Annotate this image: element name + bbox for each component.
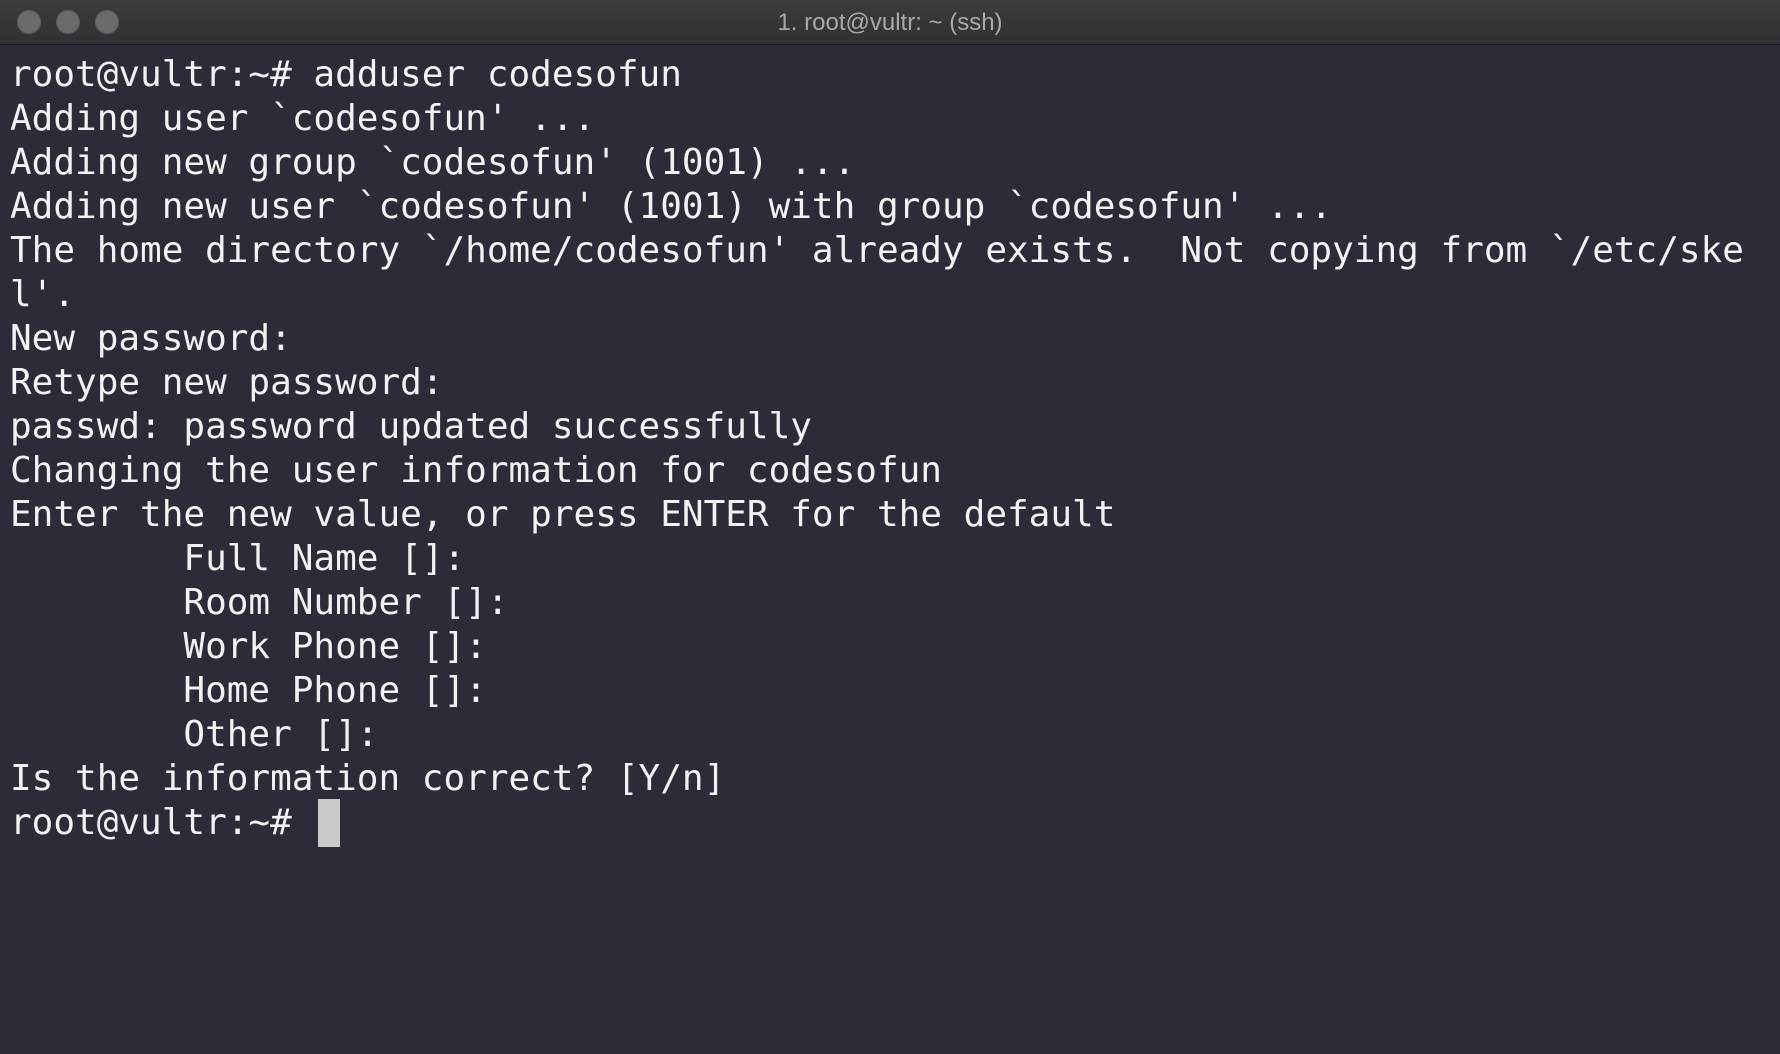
terminal-line: passwd: password updated successfully — [10, 406, 812, 447]
terminal-line: Adding user `codesofun' ... — [10, 98, 596, 139]
terminal-window: 1. root@vultr: ~ (ssh) root@vultr:~# add… — [0, 0, 1780, 1054]
text-cursor — [318, 799, 340, 847]
title-bar[interactable]: 1. root@vultr: ~ (ssh) — [0, 0, 1780, 45]
terminal-line: Adding new group `codesofun' (1001) ... — [10, 142, 856, 183]
terminal-line-field-other: Other []: — [10, 714, 379, 755]
terminal-line: Retype new password: — [10, 362, 444, 403]
terminal-output[interactable]: root@vultr:~# adduser codesofun Adding u… — [10, 50, 1770, 1040]
terminal-line-field-work-phone: Work Phone []: — [10, 626, 487, 667]
window-title: 1. root@vultr: ~ (ssh) — [777, 9, 1003, 36]
terminal-line: New password: — [10, 318, 292, 359]
terminal-line: The home directory `/home/codesofun' alr… — [10, 230, 1744, 271]
terminal-line: Adding new user `codesofun' (1001) with … — [10, 186, 1333, 227]
terminal-line-command: root@vultr:~# adduser codesofun — [10, 54, 682, 95]
terminal-line: Is the information correct? [Y/n] — [10, 758, 726, 799]
terminal-line: l'. — [10, 274, 76, 315]
terminal-line: Changing the user information for codeso… — [10, 450, 942, 491]
terminal-line-field-home-phone: Home Phone []: — [10, 670, 487, 711]
terminal-line: Enter the new value, or press ENTER for … — [10, 494, 1116, 535]
terminal-line-prompt: root@vultr:~# — [10, 802, 314, 843]
terminal-line-field-room-number: Room Number []: — [10, 582, 509, 623]
terminal-line-field-full-name: Full Name []: — [10, 538, 466, 579]
